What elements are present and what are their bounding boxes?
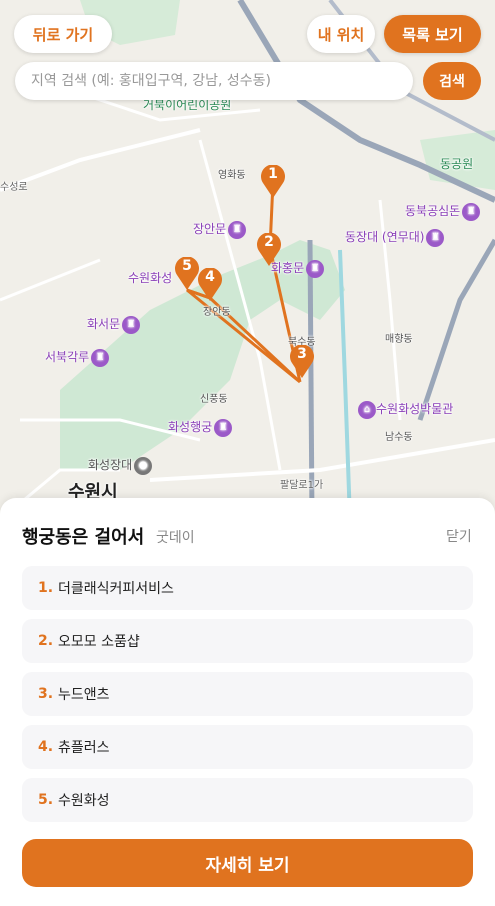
stop-item[interactable]: 4. 츄플러스 — [22, 725, 473, 769]
stop-name: 츄플러스 — [58, 740, 110, 756]
route-bottom-sheet: 행궁동은 걸어서 굿데이 닫기 1. 더클래식커피서비스 2. 오모모 소품샵 … — [0, 498, 495, 906]
stop-item[interactable]: 3. 누드앤츠 — [22, 672, 473, 716]
stop-item[interactable]: 2. 오모모 소품샵 — [22, 619, 473, 663]
route-pin-3[interactable]: 3 — [289, 344, 315, 379]
landmark-label: ⌂ 수원화성박물관 — [356, 400, 453, 419]
stop-name: 오모모 소품샵 — [58, 634, 140, 650]
stop-number: 5. — [38, 792, 54, 808]
sheet-title: 행궁동은 걸어서 — [22, 527, 145, 548]
castle-icon: ♜ — [122, 315, 141, 334]
road-label: 팔달로1가 — [280, 480, 324, 491]
list-view-button[interactable]: 목록 보기 — [384, 15, 481, 53]
landmark-label: 장안문 ♜ — [193, 220, 247, 239]
back-button[interactable]: 뒤로 가기 — [14, 15, 112, 53]
castle-icon: ♜ — [214, 418, 233, 437]
park-label: 동공원 — [440, 157, 474, 171]
region-search-input[interactable] — [15, 62, 413, 100]
landmark-label: 화서문 ♜ — [87, 315, 141, 334]
landmark-label: 서북각루 ♜ — [45, 348, 110, 367]
stop-name: 수원화성 — [58, 793, 110, 809]
landmark-label: 동북공심돈 ♜ — [405, 202, 481, 221]
route-pin-5[interactable]: 5 — [174, 256, 200, 291]
landmark-label: 화성장대 ● — [88, 456, 153, 475]
stop-number: 3. — [38, 686, 54, 702]
stop-number: 1. — [38, 580, 54, 596]
castle-icon: ♜ — [91, 348, 110, 367]
close-button[interactable]: 닫기 — [446, 526, 472, 546]
museum-icon: ⌂ — [358, 400, 376, 419]
district-label: 남수동 — [385, 432, 413, 443]
castle-icon: ♜ — [306, 259, 325, 278]
road-label: 수성로 — [0, 182, 28, 193]
stop-name: 더클래식커피서비스 — [58, 581, 174, 597]
district-label: 장안동 — [203, 307, 231, 318]
stop-item[interactable]: 1. 더클래식커피서비스 — [22, 566, 473, 610]
detail-button[interactable]: 자세히 보기 — [22, 839, 473, 887]
search-button[interactable]: 검색 — [423, 62, 481, 100]
route-pin-1[interactable]: 1 — [260, 164, 286, 199]
district-label: 신풍동 — [200, 394, 228, 405]
route-pin-2[interactable]: 2 — [256, 232, 282, 267]
landmark-label: 동장대 (연무대) ♜ — [345, 228, 445, 247]
sheet-author: 굿데이 — [156, 530, 195, 546]
stop-name: 누드앤츠 — [58, 687, 110, 703]
landmark-label: 수원화성 — [128, 271, 173, 285]
castle-icon: ♜ — [228, 220, 247, 239]
castle-icon: ♜ — [426, 228, 445, 247]
stop-number: 4. — [38, 739, 54, 755]
district-label: 영화동 — [218, 170, 246, 181]
stop-item[interactable]: 5. 수원화성 — [22, 778, 473, 822]
my-location-button[interactable]: 내 위치 — [307, 15, 375, 53]
stop-number: 2. — [38, 633, 54, 649]
route-pin-4[interactable]: 4 — [197, 267, 223, 302]
place-icon: ● — [134, 456, 153, 475]
district-label: 매향동 — [385, 334, 413, 345]
castle-icon: ♜ — [462, 202, 481, 221]
landmark-label: 화성행궁 ♜ — [168, 418, 233, 437]
